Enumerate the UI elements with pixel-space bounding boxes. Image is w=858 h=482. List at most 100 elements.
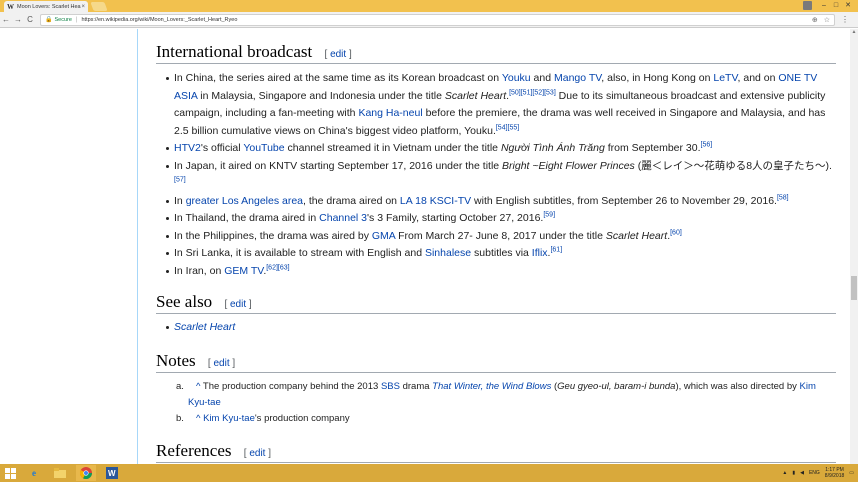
text: In Japan, it aired on KNTV starting Sept…	[174, 159, 503, 172]
file-explorer-icon[interactable]	[50, 465, 70, 481]
minimize-button[interactable]: –	[818, 0, 830, 11]
reference-link[interactable]: [60]	[670, 229, 682, 236]
browser-toolbar: ← → C 🔒 Secure | https://en.wikipedia.or…	[0, 12, 858, 28]
reference-link[interactable]: [56]	[701, 142, 713, 149]
reference-link[interactable]: [61]	[550, 247, 562, 254]
note-marker: b.	[176, 412, 184, 424]
title-text: Bright ~Eight Flower Princes	[502, 159, 635, 172]
scrollbar-thumb[interactable]	[851, 276, 857, 300]
heading-text: See also	[156, 292, 213, 311]
link-ksci-tv[interactable]: LA 18 KSCI-TV	[400, 195, 471, 207]
section-heading-see-also: See also [ edit ]	[156, 292, 836, 314]
link-scarlet-heart[interactable]: Scarlet Heart	[174, 321, 235, 333]
secure-label: Secure	[54, 16, 72, 23]
link-htv2[interactable]: HTV2	[174, 142, 201, 154]
list-item: Scarlet Heart	[164, 319, 836, 337]
backlink-caret[interactable]: ^	[196, 413, 200, 424]
text: drama	[399, 380, 433, 392]
edit-link[interactable]: edit	[230, 299, 246, 310]
clock[interactable]: 1:17 PM 8/9/2018	[820, 467, 844, 479]
link-sinhalese[interactable]: Sinhalese	[425, 247, 471, 259]
network-icon[interactable]: ▮	[792, 470, 795, 476]
edit-link[interactable]: edit	[249, 448, 265, 459]
section-heading-references: References [ edit ]	[156, 441, 836, 463]
word-icon[interactable]: W	[102, 465, 122, 481]
link-channel-3[interactable]: Channel 3	[319, 212, 367, 224]
internet-explorer-icon[interactable]: e	[24, 465, 44, 481]
text: , and on	[737, 72, 779, 84]
tray-chevron-icon[interactable]: ▲	[782, 470, 787, 476]
text: From March 27- June 8, 2017 under the ti…	[395, 229, 606, 242]
reference-link[interactable]: [54][55]	[496, 124, 519, 131]
heading-text: Notes	[156, 350, 196, 370]
notifications-icon[interactable]: ▭	[849, 470, 854, 476]
list-item: In Iran, on GEM TV.[62][63]	[164, 263, 836, 281]
menu-dots-icon[interactable]: ⋮	[841, 15, 849, 24]
text: In	[174, 194, 186, 207]
see-also-list: Scarlet Heart	[164, 319, 836, 337]
scrollbar[interactable]: ▲	[850, 29, 858, 464]
back-button[interactable]: ←	[0, 15, 12, 24]
romanized-title: Geu gyeo-ul, baram-i bunda	[557, 380, 676, 392]
link-iflix[interactable]: Iflix	[532, 247, 548, 259]
title-text: Scarlet Heart	[605, 229, 668, 242]
volume-icon[interactable]: ◀	[800, 470, 804, 476]
maximize-button[interactable]: □	[830, 0, 842, 11]
clock-date: 8/9/2018	[824, 473, 845, 479]
taskbar: e W ▲ ▮ ◀ ENG 1:17 PM 8/9/2018 ▭	[0, 464, 858, 482]
text: , the drama aired on	[303, 194, 400, 207]
language-indicator[interactable]: ENG	[809, 470, 820, 476]
link-gem-tv[interactable]: GEM TV	[224, 265, 263, 277]
text: 's official	[200, 142, 244, 154]
link-kim-kyu-tae[interactable]: Kim Kyu-tae	[203, 413, 255, 424]
url-text[interactable]: https://en.wikipedia.org/wiki/Moon_Lover…	[81, 17, 805, 23]
reference-link[interactable]: [59]	[543, 212, 555, 219]
title-text: Scarlet Heart	[444, 89, 507, 102]
address-bar[interactable]: 🔒 Secure | https://en.wikipedia.org/wiki…	[40, 13, 835, 26]
reference-link[interactable]: [62][63]	[266, 264, 289, 271]
text: and	[530, 72, 554, 84]
link-mango-tv[interactable]: Mango TV	[554, 72, 601, 84]
text: with English subtitles, from September 2…	[471, 194, 777, 207]
text: 's production company	[254, 412, 350, 424]
link-gma[interactable]: GMA	[372, 230, 395, 242]
forward-button[interactable]: →	[12, 15, 24, 24]
link-kang-ha-neul[interactable]: Kang Ha-neul	[358, 107, 422, 119]
zoom-icon[interactable]: ⊕	[812, 16, 818, 24]
close-window-button[interactable]: ✕	[842, 0, 854, 11]
title-text: Người Tình Ánh Trăng	[500, 142, 605, 154]
page-viewport: International broadcast [ edit ] In Chin…	[0, 29, 858, 464]
system-tray: ▲ ▮ ◀ ENG 1:17 PM 8/9/2018 ▭	[777, 464, 854, 482]
text: In the Philippines, the drama was aired …	[174, 229, 372, 242]
link-youtube[interactable]: YouTube	[243, 142, 284, 154]
divider: |	[75, 16, 78, 23]
link-sbs[interactable]: SBS	[381, 381, 400, 392]
text: In China, the series aired at the same t…	[174, 72, 502, 84]
note-item: a. ^ The production company behind the 20…	[176, 379, 836, 411]
link-letv[interactable]: LeTV	[713, 72, 737, 84]
chrome-icon[interactable]	[76, 465, 96, 481]
tab-close-icon[interactable]: ×	[81, 4, 85, 10]
scroll-up-icon[interactable]: ▲	[850, 29, 858, 37]
notes-list: a. ^ The production company behind the 20…	[176, 379, 836, 427]
link-greater-los-angeles[interactable]: greater Los Angeles area	[186, 195, 303, 207]
svg-text:W: W	[108, 469, 116, 478]
edit-section: [ edit ]	[324, 49, 352, 60]
edit-link[interactable]: edit	[330, 49, 346, 60]
windows-start-button[interactable]	[0, 464, 20, 482]
new-tab-button[interactable]	[90, 2, 108, 11]
reference-link[interactable]: [50][51][52][53]	[509, 89, 556, 96]
link-youku[interactable]: Youku	[502, 72, 531, 84]
list-item: HTV2's official YouTube channel streamed…	[164, 140, 836, 158]
reference-link[interactable]: [58]	[777, 194, 789, 201]
browser-tab[interactable]: W Moon Lovers: Scarlet Hea ×	[4, 1, 88, 12]
section-heading-international-broadcast: International broadcast [ edit ]	[156, 42, 836, 64]
edit-link[interactable]: edit	[213, 358, 229, 369]
reference-link[interactable]: [57]	[174, 177, 186, 184]
reload-button[interactable]: C	[24, 15, 36, 24]
text: (麗＜レイ＞～花萌ゆる8人の皇子たち～).	[634, 159, 832, 172]
profile-icon[interactable]	[803, 1, 812, 10]
list-item: In the Philippines, the drama was aired …	[164, 228, 836, 246]
bookmark-star-icon[interactable]: ☆	[824, 16, 830, 24]
link-that-winter[interactable]: That Winter, the Wind Blows	[432, 381, 551, 392]
